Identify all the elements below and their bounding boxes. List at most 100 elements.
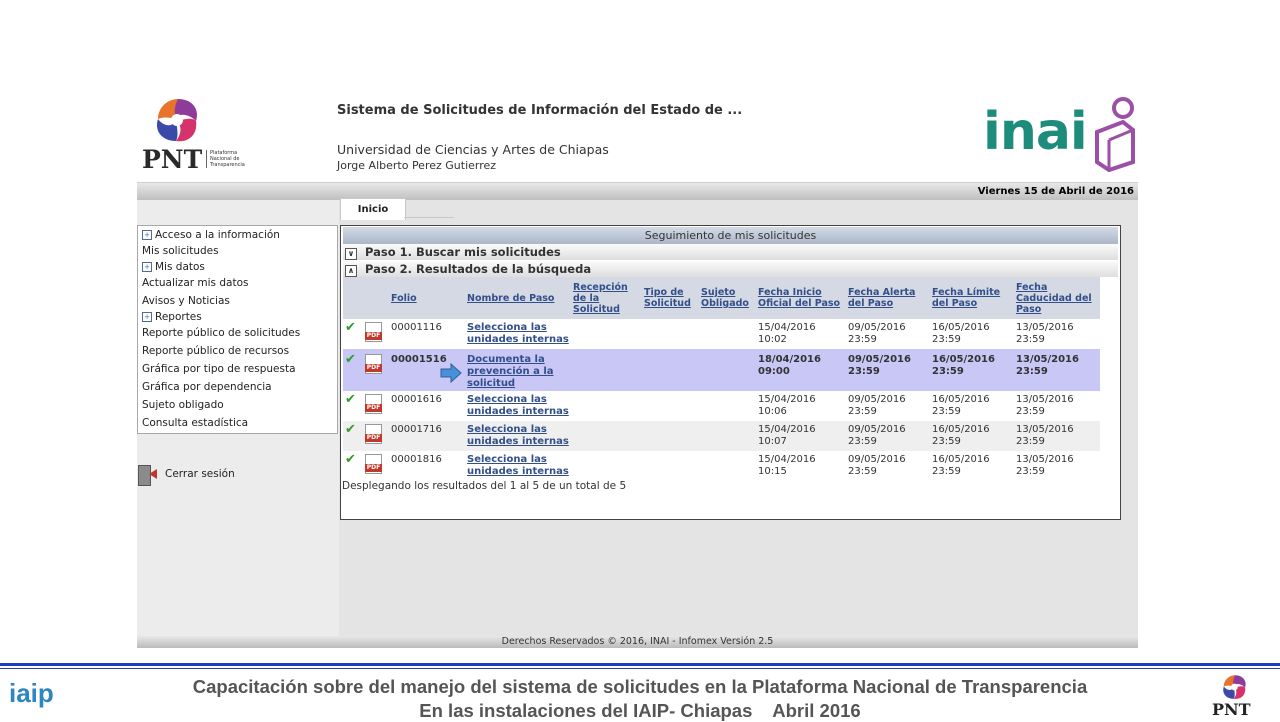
sidebar-item[interactable]: Gráfica por tipo de respuesta xyxy=(142,363,296,375)
step-2-header[interactable]: ∧ Paso 2. Resultados de la búsqueda xyxy=(343,261,1118,277)
pdf-cell: PDF xyxy=(363,391,389,421)
logout-arrow-icon xyxy=(149,469,157,479)
pdf-icon-label: PDF xyxy=(365,404,382,412)
column-header-folio[interactable]: Folio xyxy=(389,277,465,319)
cell-tipo xyxy=(642,451,699,481)
cell-sujeto xyxy=(699,319,756,349)
cell-caducidad: 13/05/2016 23:59 xyxy=(1016,424,1074,447)
sidebar-item[interactable]: Avisos y Noticias xyxy=(142,295,230,307)
iaip-logo: iaip xyxy=(3,678,58,718)
expand-toggle-icon[interactable]: ∨ xyxy=(345,248,357,260)
cell-alerta: 09/05/2016 23:59 xyxy=(848,424,906,447)
cell-tipo xyxy=(642,319,699,349)
pdf-icon-label: PDF xyxy=(365,364,382,372)
cell-limite: 16/05/2016 23:59 xyxy=(932,354,995,377)
cell-inicio: 18/04/2016 09:00 xyxy=(758,354,821,377)
status-cell: ✔ xyxy=(343,451,363,481)
step-name-link[interactable]: Selecciona las unidades internas xyxy=(467,454,569,477)
checkmark-icon: ✔ xyxy=(345,422,356,437)
column-header-sujeto[interactable]: Sujeto Obligado xyxy=(699,277,756,319)
collapse-toggle-icon[interactable]: ∧ xyxy=(345,265,357,277)
pnt-logo-small: PNT xyxy=(1212,673,1274,719)
pdf-icon-label: PDF xyxy=(365,464,382,472)
table-row[interactable]: ✔ PDF 00001716 Selecciona las unidades inte… xyxy=(343,421,1100,451)
cell-inicio: 15/04/2016 10:07 xyxy=(758,424,816,447)
cell-recepcion xyxy=(571,349,642,391)
cell-paso: Selecciona las unidades internas xyxy=(465,391,571,421)
table-row[interactable]: ✔ PDF 00001116 Selecciona las unidades inte… xyxy=(343,319,1100,349)
sidebar-item[interactable]: + Reportes xyxy=(142,311,202,323)
step-name-link[interactable]: Documenta la prevención a la solicitud xyxy=(467,354,554,389)
pdf-icon-label: PDF xyxy=(365,434,382,442)
cell-folio: 00001616 xyxy=(391,394,442,405)
cell-inicio: 15/04/2016 10:06 xyxy=(758,394,816,417)
sidebar-item[interactable]: Mis solicitudes xyxy=(142,245,219,257)
column-header-fecha-alerta[interactable]: Fecha Alerta del Paso xyxy=(846,277,930,319)
system-title: Sistema de Solicitudes de Información de… xyxy=(337,103,743,118)
cell-alerta: 09/05/2016 23:59 xyxy=(848,394,906,417)
cell-alerta: 09/05/2016 23:59 xyxy=(848,354,911,377)
pdf-icon[interactable]: PDF xyxy=(365,322,382,342)
cell-paso: Selecciona las unidades internas xyxy=(465,319,571,349)
status-cell: ✔ xyxy=(343,349,363,391)
pdf-cell: PDF xyxy=(363,451,389,481)
sidebar-item[interactable]: Gráfica por dependencia xyxy=(142,381,272,393)
table-row[interactable]: ✔ PDF 00001816 Selecciona las unidades inte… xyxy=(343,451,1100,481)
step-name-link[interactable]: Selecciona las unidades internas xyxy=(467,424,569,447)
sidebar-item-label: Consulta estadística xyxy=(142,417,249,429)
table-row[interactable]: ✔ PDF 00001616 Selecciona las unidades inte… xyxy=(343,391,1100,421)
cell-folio: 00001716 xyxy=(391,424,442,435)
column-header-tipo[interactable]: Tipo de Solicitud xyxy=(642,277,699,319)
expand-plus-icon[interactable]: + xyxy=(142,230,152,240)
pdf-icon-label: PDF xyxy=(365,332,382,340)
pdf-icon[interactable]: PDF xyxy=(365,394,382,414)
checkmark-icon: ✔ xyxy=(345,392,356,407)
sidebar-item[interactable]: Reporte público de solicitudes xyxy=(142,327,300,339)
cell-limite: 16/05/2016 23:59 xyxy=(932,394,990,417)
cell-paso: Selecciona las unidades internas xyxy=(465,421,571,451)
column-header-fecha-caducidad[interactable]: Fecha Caducidad del Paso xyxy=(1014,277,1100,319)
cell-limite: 16/05/2016 23:59 xyxy=(932,322,990,345)
sidebar-item[interactable]: Consulta estadística xyxy=(142,417,248,429)
cell-caducidad: 13/05/2016 23:59 xyxy=(1016,354,1079,377)
pdf-icon[interactable]: PDF xyxy=(365,454,382,474)
cell-tipo xyxy=(642,421,699,451)
cell-alerta: 09/05/2016 23:59 xyxy=(848,322,906,345)
sidebar-item[interactable]: + Mis datos xyxy=(142,261,205,273)
column-header-fecha-inicio[interactable]: Fecha Inicio Oficial del Paso xyxy=(756,277,846,319)
sidebar-item[interactable]: Actualizar mis datos xyxy=(142,277,248,289)
pdf-icon[interactable]: PDF xyxy=(365,424,382,444)
cell-recepcion xyxy=(571,391,642,421)
sidebar-item-label: Sujeto obligado xyxy=(142,399,224,411)
status-cell: ✔ xyxy=(343,319,363,349)
checkmark-icon: ✔ xyxy=(345,452,356,467)
column-header-fecha-limite[interactable]: Fecha Límite del Paso xyxy=(930,277,1014,319)
step-1-header[interactable]: ∨ Paso 1. Buscar mis solicitudes xyxy=(343,244,1118,260)
cell-limite: 16/05/2016 23:59 xyxy=(932,424,990,447)
cell-recepcion xyxy=(571,319,642,349)
tab-strip-line xyxy=(404,217,454,220)
inai-figure-icon xyxy=(1095,97,1135,173)
panel-title: Seguimiento de mis solicitudes xyxy=(343,227,1118,244)
cell-inicio: 15/04/2016 10:15 xyxy=(758,454,816,477)
sidebar-item[interactable]: + Acceso a la información xyxy=(142,229,280,241)
sidebar-item-label: Avisos y Noticias xyxy=(142,295,230,307)
step-name-link[interactable]: Selecciona las unidades internas xyxy=(467,322,569,345)
tab-inicio[interactable]: Inicio xyxy=(340,198,406,220)
column-header-nombre-paso[interactable]: Nombre de Paso xyxy=(465,277,571,319)
expand-plus-icon[interactable]: + xyxy=(142,262,152,272)
pdf-cell: PDF xyxy=(363,421,389,451)
header-cell-blank xyxy=(343,277,363,319)
step-name-link[interactable]: Selecciona las unidades internas xyxy=(467,394,569,417)
sidebar-item[interactable]: Sujeto obligado xyxy=(142,399,224,411)
sidebar-item[interactable]: Reporte público de recursos xyxy=(142,345,289,357)
pnt-logo-subtitle: Plataforma Nacional de Transparencia xyxy=(206,150,250,168)
column-header-recepcion[interactable]: Recepción de la Solicitud xyxy=(571,277,642,319)
status-cell: ✔ xyxy=(343,391,363,421)
cell-folio: 00001116 xyxy=(391,322,442,333)
pdf-icon[interactable]: PDF xyxy=(365,354,382,374)
slide-caption-line-2: En las instalaciones del IAIP- Chiapas A… xyxy=(0,700,1280,722)
slide-divider xyxy=(0,663,1280,666)
pnt-logo: PNT Plataforma Nacional de Transparencia xyxy=(140,95,255,175)
expand-plus-icon[interactable]: + xyxy=(142,312,152,322)
